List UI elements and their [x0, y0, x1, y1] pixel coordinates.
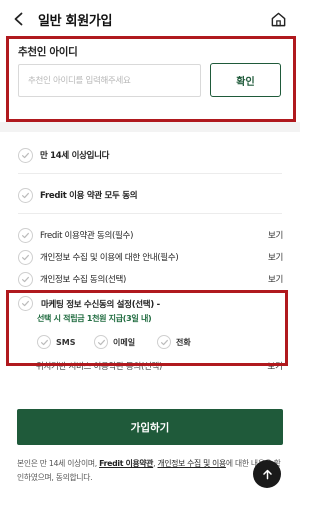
- signup-page: 일반 회원가입 추천인 아이디 확인 만 14세 이상입니다 Fredit 이용…: [0, 0, 300, 507]
- view-privacy-optional-link[interactable]: 보기: [268, 273, 283, 285]
- check-icon[interactable]: [94, 335, 108, 349]
- page-title: 일반 회원가입: [38, 14, 113, 29]
- view-location-link[interactable]: 보기: [267, 360, 283, 372]
- agree-terms-row[interactable]: Fredit 이용약관 동의(필수) 보기: [18, 224, 283, 246]
- channel-email-option[interactable]: 이메일: [94, 334, 135, 350]
- confirm-button[interactable]: 확인: [210, 63, 281, 97]
- agree-all-label: Fredit 이용 약관 모두 동의: [40, 191, 138, 201]
- check-icon[interactable]: [18, 249, 33, 265]
- channel-sms-option[interactable]: SMS: [37, 334, 75, 350]
- arrow-up-icon: [262, 469, 273, 480]
- chevron-left-icon[interactable]: [12, 12, 26, 26]
- marketing-check-icon[interactable]: [18, 296, 33, 311]
- view-privacy-guide-link[interactable]: 보기: [268, 251, 283, 263]
- signup-button[interactable]: 가입하기: [17, 409, 283, 445]
- agree-privacy-optional-row[interactable]: 개인정보 수집 동의(선택) 보기: [18, 268, 283, 290]
- channel-phone-option[interactable]: 전화: [157, 334, 191, 350]
- agree-privacy-guide-row[interactable]: 개인정보 수집 및 이용에 대한 안내(필수) 보기: [18, 246, 283, 268]
- consent-footnote: 본인은 만 14세 이상이며, Fredit 이용약관, 개인정보 수집 및 이…: [17, 457, 287, 485]
- agree-terms-label: Fredit 이용약관 동의(필수): [40, 231, 134, 241]
- terms-link[interactable]: Fredit 이용약관: [99, 459, 153, 468]
- agree-privacy-optional-label: 개인정보 수집 동의(선택): [40, 275, 127, 285]
- divider: [18, 213, 282, 214]
- check-icon[interactable]: [18, 271, 33, 287]
- view-terms-link[interactable]: 보기: [268, 229, 283, 241]
- section-divider: [0, 122, 300, 132]
- check-icon[interactable]: [18, 227, 33, 243]
- agree-age-row[interactable]: 만 14세 이상입니다: [18, 144, 283, 166]
- scroll-top-button[interactable]: [253, 460, 281, 488]
- channel-sms-label: SMS: [56, 337, 76, 347]
- marketing-consent-label[interactable]: 마케팅 정보 수신동의 설정(선택) -: [41, 298, 160, 310]
- footnote-text: 본인은 만 14세 이상이며,: [17, 459, 100, 468]
- referral-label: 추천인 아이디: [18, 46, 78, 58]
- check-icon[interactable]: [18, 147, 33, 163]
- referral-id-input[interactable]: [18, 64, 201, 97]
- channel-phone-label: 전화: [176, 337, 191, 347]
- header: 일반 회원가입: [0, 0, 300, 38]
- check-icon[interactable]: [37, 335, 51, 349]
- home-icon[interactable]: [270, 11, 287, 28]
- agree-age-label: 만 14세 이상입니다: [40, 151, 110, 161]
- agree-all-row[interactable]: Fredit 이용 약관 모두 동의: [18, 184, 283, 206]
- agree-location-label[interactable]: 위치기반 서비스 이용약관 동의(선택): [36, 360, 162, 372]
- referral-section: 추천인 아이디 확인: [0, 38, 300, 124]
- check-icon[interactable]: [157, 335, 171, 349]
- agree-privacy-guide-label: 개인정보 수집 및 이용에 대한 안내(필수): [40, 253, 179, 263]
- marketing-reward-note: 선택 시 적립금 1천원 지급(3일 내): [37, 314, 152, 323]
- privacy-link[interactable]: 개인정보 수집 및 이용: [158, 459, 227, 468]
- divider: [18, 173, 282, 174]
- check-icon[interactable]: [18, 187, 33, 203]
- channel-email-label: 이메일: [113, 337, 136, 347]
